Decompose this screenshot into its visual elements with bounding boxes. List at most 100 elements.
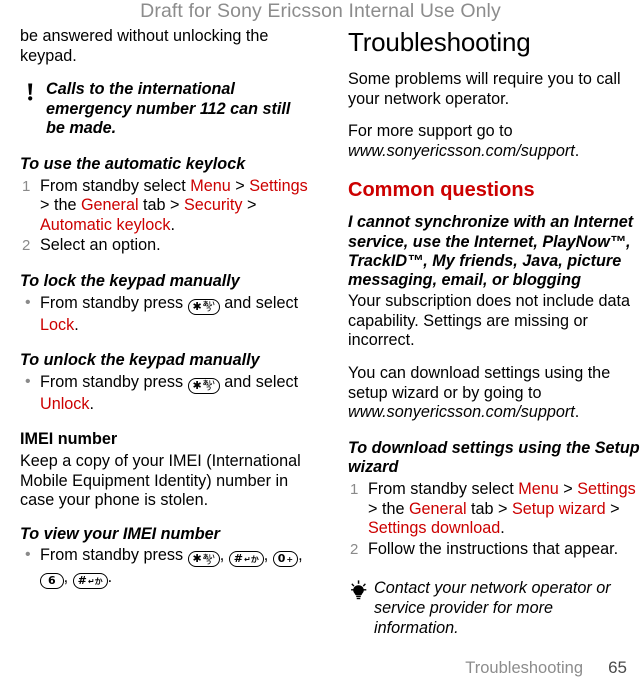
question-heading: I cannot synchronize with an Internet se…: [348, 213, 634, 289]
step-text: From standby select Menu > Settings > th…: [40, 177, 308, 234]
section-title-common-questions: Common questions: [348, 179, 535, 202]
answer-url: www.sonyericsson.com/support: [348, 403, 575, 422]
heading-unlock-manually: To unlock the keypad manually: [20, 351, 260, 370]
text-run: Follow the instructions that appear.: [368, 539, 619, 558]
hash-key: #↵か: [228, 551, 264, 568]
menu-path-token: Menu: [518, 479, 559, 498]
step-marker: 2: [22, 237, 31, 255]
step-text: From standby select Menu > Settings > th…: [368, 480, 636, 537]
intro-paragraph-2: For more support go to www.sonyericsson.…: [348, 122, 640, 161]
text-run: > the: [40, 196, 81, 215]
list-item: 2 Select an option.: [20, 236, 312, 256]
menu-path-token: Settings: [249, 176, 308, 195]
list-item: • From standby press ✱ あいう and select Loc…: [20, 294, 312, 336]
proc-download-settings: 1 From standby select Menu > Settings > …: [348, 480, 640, 559]
menu-path-token: Setup wizard: [512, 499, 606, 518]
tip-callout-text: Contact your network operator or service…: [374, 579, 611, 637]
text-run: tab >: [138, 196, 184, 215]
imei-paragraph: Keep a copy of your IMEI (International …: [20, 451, 301, 510]
intro-paragraph-1: Some problems will require you to call y…: [348, 70, 621, 108]
list-item: • From standby press ✱ あいう and select Unl…: [20, 373, 312, 415]
text-run: >: [242, 196, 257, 215]
text-run: .: [500, 519, 505, 538]
answer-lead-text: You can download settings using the setu…: [348, 363, 611, 402]
page-title: Troubleshooting: [348, 27, 531, 57]
menu-path-token: Settings download: [368, 519, 501, 538]
menu-path-token: Lock: [40, 315, 75, 334]
text-run: .: [74, 315, 79, 334]
continued-paragraph: be answered without unlocking the keypad…: [20, 27, 269, 65]
note-callout-text: Calls to the international emergency num…: [46, 80, 291, 138]
answer-paragraph-2: You can download settings using the setu…: [348, 364, 640, 423]
text-run: >: [605, 499, 620, 518]
hash-key: #↵か: [72, 573, 108, 590]
star-key: ✱ あいう: [187, 551, 220, 568]
step-marker: 1: [350, 480, 359, 498]
page-footer: Troubleshooting 65: [0, 652, 641, 678]
text-run: Select an option.: [40, 236, 161, 255]
heading-auto-keylock: To use the automatic keylock: [20, 154, 246, 173]
list-item: 1 From standby select Menu > Settings > …: [20, 177, 312, 236]
imei-trailing: .: [107, 568, 113, 587]
menu-path-token: General: [80, 196, 139, 215]
text-run: .: [89, 394, 94, 413]
left-column: be answered without unlocking the keypad…: [20, 27, 312, 591]
heading-lock-manually: To lock the keypad manually: [20, 271, 240, 290]
text-run: >: [230, 176, 250, 195]
support-lead-text: For more support go to: [348, 122, 513, 141]
bullet-marker: •: [25, 546, 31, 564]
menu-path-token: Automatic keylock: [40, 215, 171, 234]
text-run: >: [558, 479, 578, 498]
text-run: and select: [219, 372, 299, 391]
list-item: 1 From standby select Menu > Settings > …: [348, 480, 640, 539]
text-run: tab >: [466, 499, 512, 518]
heading-imei-number: IMEI number: [20, 430, 118, 449]
bullet-marker: •: [25, 293, 31, 311]
zero-plus-key: 0+: [272, 551, 299, 568]
text-run: > the: [368, 499, 409, 518]
footer-page-number: 65: [608, 658, 627, 677]
imei-lead-text: From standby press: [40, 546, 188, 565]
menu-path-token: Unlock: [40, 394, 90, 413]
step-text: Select an option.: [40, 236, 161, 254]
text-run: From standby press: [40, 372, 188, 391]
heading-view-imei: To view your IMEI number: [20, 524, 220, 543]
exclamation-icon: [20, 81, 42, 103]
footer-chapter-title: Troubleshooting: [465, 659, 583, 677]
menu-path-token: Settings: [577, 479, 636, 498]
answer-trail: .: [574, 403, 580, 422]
step-marker: 2: [350, 540, 359, 558]
six-key: 6: [40, 573, 64, 590]
proc-view-imei: • From standby press ✱ あいう, #↵か, 0+, 6, #…: [20, 546, 312, 590]
support-url: www.sonyericsson.com/support: [348, 141, 575, 160]
menu-path-token: General: [408, 499, 467, 518]
text-run: From standby select: [368, 479, 519, 498]
star-key: ✱ あいう: [187, 298, 220, 315]
text-run: and select: [219, 293, 299, 312]
step-text: From standby press ✱ あいう, #↵か, 0+, 6, #↵か…: [40, 546, 303, 590]
menu-path-token: Security: [184, 196, 243, 215]
text-run: From standby select: [40, 176, 191, 195]
answer-paragraph-1: Your subscription does not include data …: [348, 292, 630, 350]
draft-watermark-header: Draft for Sony Ericsson Internal Use Onl…: [140, 0, 501, 22]
step-text: Follow the instructions that appear.: [368, 540, 618, 558]
proc-auto-keylock: 1 From standby select Menu > Settings > …: [20, 177, 312, 256]
menu-path-token: Menu: [190, 176, 231, 195]
list-item: • From standby press ✱ あいう, #↵か, 0+, 6, #…: [20, 546, 312, 590]
heading-download-settings: To download settings using the Setup wiz…: [348, 438, 640, 477]
bullet-marker: •: [25, 372, 31, 390]
list-item: 2 Follow the instructions that appear.: [348, 540, 640, 560]
right-column: Troubleshooting Some problems will requi…: [348, 27, 640, 652]
tip-callout: Contact your network operator or service…: [348, 579, 640, 638]
star-key: ✱ あいう: [187, 377, 220, 394]
step-text: From standby press ✱ あいう and select Unloc…: [40, 373, 298, 413]
text-run: .: [170, 215, 175, 234]
page-body: be answered without unlocking the keypad…: [0, 27, 641, 647]
text-run: From standby press: [40, 293, 188, 312]
note-callout: Calls to the international emergency num…: [20, 80, 312, 139]
step-text: From standby press ✱ あいう and select Lock.: [40, 294, 298, 334]
proc-unlock-manually: • From standby press ✱ あいう and select Unl…: [20, 373, 312, 415]
step-marker: 1: [22, 177, 31, 195]
support-trail: .: [574, 141, 580, 160]
lightbulb-icon: [348, 580, 370, 602]
